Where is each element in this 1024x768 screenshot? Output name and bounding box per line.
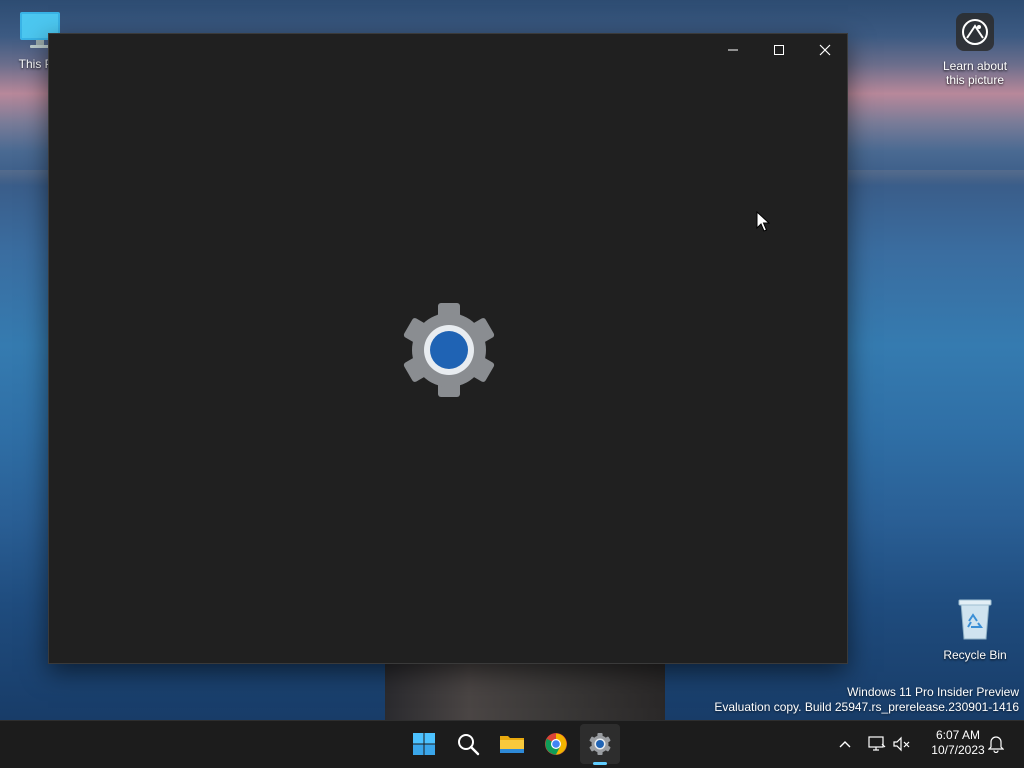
taskbar-settings-button[interactable] (580, 724, 620, 764)
maximize-button[interactable] (756, 34, 802, 66)
close-button[interactable] (802, 34, 848, 66)
wallpaper-dock (385, 664, 665, 720)
evaluation-watermark: Windows 11 Pro Insider Preview Evaluatio… (714, 685, 1019, 715)
taskbar-chrome-button[interactable] (536, 724, 576, 764)
show-hidden-icons-button[interactable] (834, 731, 856, 757)
close-icon (819, 44, 831, 56)
taskbar-file-explorer-button[interactable] (492, 724, 532, 764)
desktop-icon-label: Recycle Bin (943, 648, 1007, 662)
settings-gear-splash-icon (403, 303, 495, 397)
bell-icon (988, 736, 1004, 753)
watermark-line-2: Evaluation copy. Build 25947.rs_prerelea… (714, 700, 1019, 714)
windows-start-icon (413, 733, 435, 755)
gear-icon (589, 733, 611, 755)
folder-icon (500, 736, 524, 753)
network-icon (868, 736, 886, 751)
desktop-icon-label-line1: Learn about (942, 59, 1008, 73)
minimize-button[interactable] (710, 34, 756, 66)
watermark-line-1: Windows 11 Pro Insider Preview (847, 685, 1019, 699)
chrome-icon (545, 733, 567, 755)
desktop-icon-recycle-bin[interactable]: Recycle Bin (937, 597, 1013, 662)
chevron-up-icon (839, 741, 851, 748)
notifications-button[interactable] (985, 731, 1007, 757)
minimize-icon (728, 49, 738, 51)
desktop-icon-label-line2: this picture (945, 73, 1005, 87)
search-icon (458, 734, 480, 756)
taskbar: 6:07 AM 10/7/2023 (0, 720, 1024, 768)
settings-window[interactable] (48, 33, 848, 664)
desktop-icon-learn-about-picture[interactable]: Learn about this picture (937, 12, 1013, 87)
camera-aperture-icon (956, 13, 994, 51)
taskbar-start-button[interactable] (404, 724, 444, 764)
recycle-bin-icon (958, 599, 992, 640)
volume-button[interactable] (891, 731, 913, 757)
taskbar-search-button[interactable] (448, 724, 488, 764)
active-app-indicator (593, 762, 607, 765)
network-button[interactable] (866, 731, 888, 757)
maximize-icon (774, 45, 784, 55)
volume-muted-icon (893, 736, 910, 752)
mouse-cursor-icon (756, 211, 770, 232)
